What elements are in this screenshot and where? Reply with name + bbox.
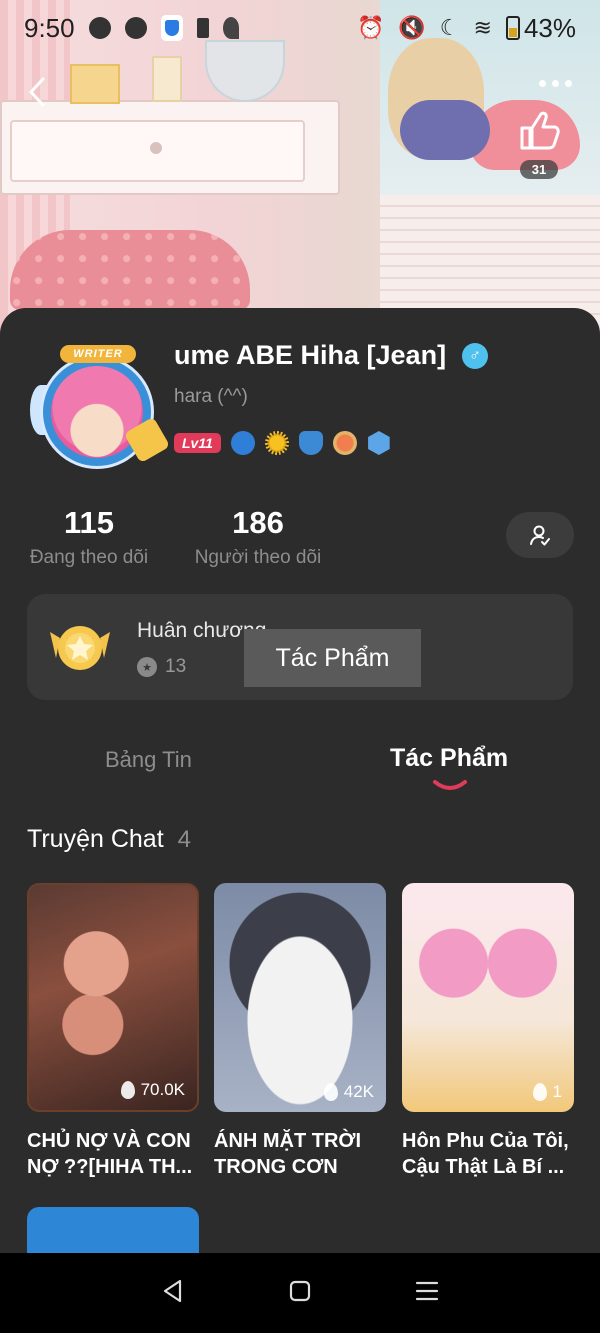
menu-lines-icon <box>415 1281 438 1300</box>
status-left-icons <box>88 15 239 41</box>
story-card[interactable]: 1 Hôn Phu Của Tôi, Cậu Thật Là Bí ... <box>402 883 574 1180</box>
messenger-icon <box>124 17 147 39</box>
back-button[interactable] <box>20 72 54 112</box>
moon-icon: ☾ <box>439 15 460 40</box>
story-view-count: 1 <box>552 1082 562 1101</box>
story-card[interactable]: 70.0K CHỦ NỢ VÀ CON NỢ ??[HIHA TH... <box>27 883 199 1180</box>
water-drop-badge-icon[interactable] <box>230 431 255 455</box>
shield-app-icon <box>160 15 183 41</box>
section-title-text: Truyện Chat <box>27 825 164 853</box>
hexagon-badge-icon[interactable] <box>368 431 390 455</box>
avatar[interactable]: WRITER <box>30 345 171 473</box>
cover-cup <box>152 56 182 102</box>
follow-user-button[interactable] <box>506 512 574 558</box>
system-navigation-bar <box>0 1253 600 1333</box>
battery-saver-icon <box>196 18 209 38</box>
male-gender-icon: ♂ <box>462 343 488 369</box>
more-options-button[interactable] <box>539 80 572 87</box>
nav-home-button[interactable] <box>287 1278 313 1309</box>
story-view-count: 70.0K <box>140 1080 185 1099</box>
status-right-icons: ⏰ 🔇 ☾ ≋ 43% <box>357 13 576 44</box>
medal-icon <box>50 626 110 670</box>
more-dot-icon <box>552 80 559 87</box>
profile-tabs: Bảng Tin Tác Phẩm <box>0 735 600 795</box>
square-home-icon <box>289 1280 311 1301</box>
story-cover: 1 <box>402 883 574 1112</box>
writer-badge: WRITER <box>60 345 136 363</box>
thumbs-up-icon <box>520 111 560 150</box>
chat-stories-section-title: Truyện Chat 4 <box>27 825 191 854</box>
following-count: 115 <box>63 505 114 540</box>
mute-icon: 🔇 <box>398 15 426 40</box>
tab-feed[interactable]: Bảng Tin <box>105 747 192 773</box>
medal-badge-icon[interactable] <box>332 431 357 455</box>
fire-icon <box>323 1083 338 1101</box>
story-title: CHỦ NỢ VÀ CON NỢ ??[HIHA TH... <box>27 1130 193 1178</box>
like-count: 31 <box>519 160 559 179</box>
tab-works[interactable]: Tác Phẩm <box>390 744 508 773</box>
story-views: 1 <box>532 1082 562 1102</box>
profile-bio: hara (^^) <box>174 386 248 407</box>
add-user-icon <box>530 525 550 546</box>
like-button[interactable]: 31 <box>510 108 568 184</box>
nav-back-button[interactable] <box>160 1278 186 1309</box>
chevron-left-icon <box>29 77 45 107</box>
more-dot-icon <box>539 80 546 87</box>
cover-stool <box>10 230 250 310</box>
star-icon: ★ <box>137 657 157 677</box>
story-views: 70.0K <box>120 1080 185 1100</box>
battery-icon <box>505 16 520 40</box>
wifi-icon: ≋ <box>473 15 492 40</box>
active-tab-indicator <box>433 780 467 790</box>
medal-count-row: ★ 13 <box>137 656 186 678</box>
story-title: ÁNH MẶT TRỜI TRONG CƠN BÃ... <box>214 1130 362 1178</box>
sun-badge-icon[interactable] <box>264 431 289 455</box>
battery-indicator: 43% <box>505 12 576 44</box>
followers-count: 186 <box>232 505 284 540</box>
level-badge[interactable]: Lv11 <box>174 433 221 453</box>
story-view-count: 42K <box>343 1082 374 1101</box>
following-label: Đang theo dõi <box>29 547 149 568</box>
fire-icon <box>120 1081 135 1099</box>
status-bar: 9:50 ⏰ 🔇 ☾ ≋ 43% <box>0 0 600 56</box>
tab-tooltip: Tác Phẩm <box>244 629 421 687</box>
shield-badge-icon[interactable] <box>298 431 323 455</box>
globe-icon <box>88 17 111 39</box>
story-title: Hôn Phu Của Tôi, Cậu Thật Là Bí ... <box>402 1130 569 1178</box>
triangle-back-icon <box>164 1279 182 1302</box>
story-cover <box>27 1207 199 1253</box>
cover-teddy-bear-body <box>400 100 490 160</box>
story-views: 42K <box>323 1082 374 1102</box>
nav-recents-button[interactable] <box>414 1278 440 1309</box>
followers-stat[interactable]: 186 Người theo dõi <box>190 505 326 569</box>
more-dot-icon <box>565 80 572 87</box>
cover-shutter <box>380 195 600 325</box>
story-cover: 70.0K <box>27 883 199 1112</box>
followers-label: Người theo dõi <box>194 547 322 568</box>
profile-name: ume ABE Hiha [Jean] <box>174 340 447 370</box>
story-card[interactable] <box>27 1207 199 1253</box>
story-cover: 42K <box>214 883 386 1112</box>
fire-icon <box>532 1083 547 1101</box>
cover-desk-knob <box>150 142 162 154</box>
status-time: 9:50 <box>24 12 75 43</box>
badge-row: Lv11 <box>174 431 391 455</box>
section-count: 4 <box>177 826 191 853</box>
following-stat[interactable]: 115 Đang theo dõi <box>26 505 152 569</box>
cover-giftbox <box>70 64 120 104</box>
alarm-icon: ⏰ <box>356 15 385 40</box>
leaf-icon <box>222 17 239 39</box>
battery-percent: 43% <box>523 12 576 43</box>
medal-count: 13 <box>165 656 187 677</box>
story-card[interactable]: 42K ÁNH MẶT TRỜI TRONG CƠN BÃ... <box>214 883 386 1180</box>
